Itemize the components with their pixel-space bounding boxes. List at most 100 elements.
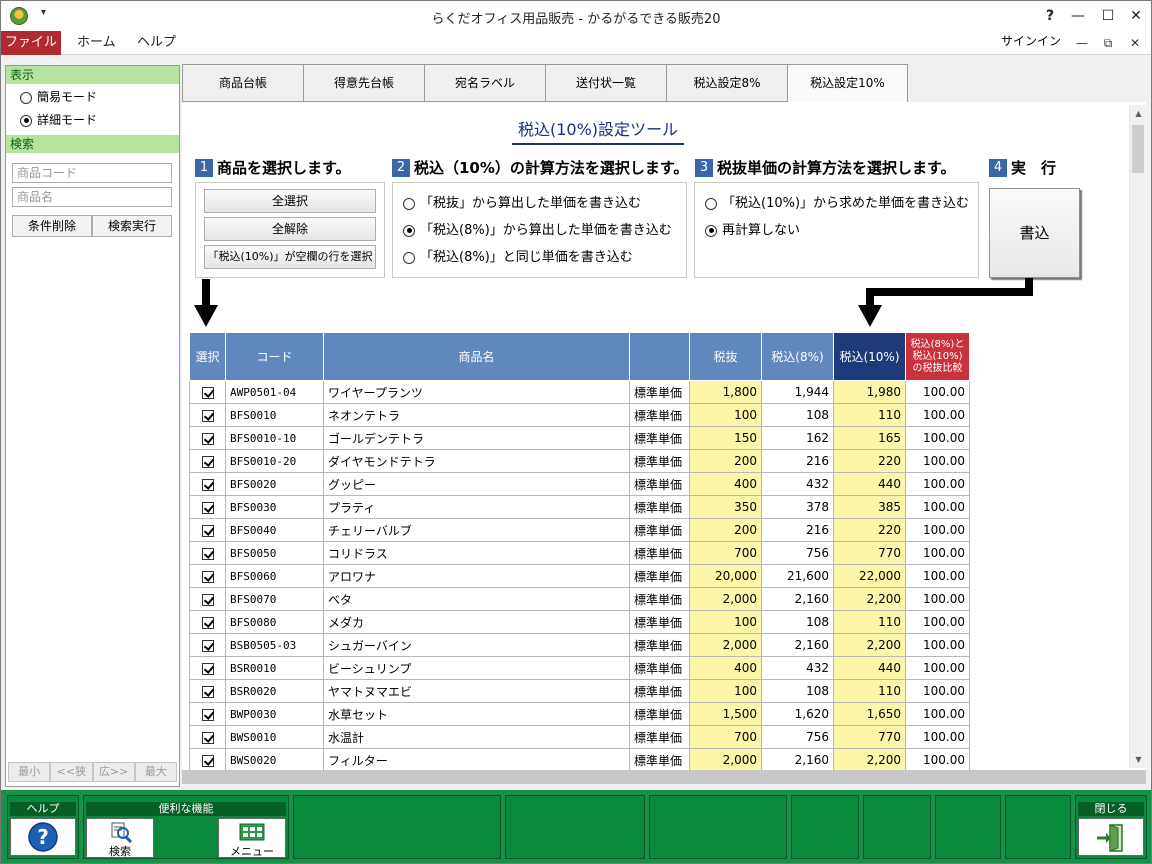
row-code[interactable]: BWS0010 [225, 725, 324, 749]
row-code[interactable]: BFS0050 [225, 541, 324, 565]
row-select-checkbox[interactable] [189, 518, 226, 542]
row-unit-type[interactable]: 標準単価 [629, 380, 690, 404]
row-comparison[interactable]: 100.00 [905, 564, 970, 588]
checkbox-checked-icon[interactable] [201, 593, 214, 606]
row-comparison[interactable]: 100.00 [905, 610, 970, 634]
row-tax8[interactable]: 432 [761, 472, 834, 496]
table-row[interactable]: BSB0505-03 シュガーバイン 標準単価 2,000 2,160 2,200 100.… [189, 633, 970, 657]
checkbox-checked-icon[interactable] [201, 685, 214, 698]
tab-tax-10[interactable]: 税込設定10% [787, 64, 908, 102]
row-tax10[interactable]: 2,200 [833, 587, 906, 611]
close-app-button[interactable] [1078, 818, 1144, 856]
clear-conditions-button[interactable]: 条件削除 [12, 215, 92, 237]
row-code[interactable]: BFS0040 [225, 518, 324, 542]
row-select-checkbox[interactable] [189, 426, 226, 450]
row-select-checkbox[interactable] [189, 587, 226, 611]
checkbox-checked-icon[interactable] [201, 708, 214, 721]
row-tax8[interactable]: 2,160 [761, 587, 834, 611]
header-tax8[interactable]: 税込(8%) [761, 332, 834, 381]
table-row[interactable]: BFS0030 プラティ 標準単価 350 378 385 100.00 [189, 495, 970, 519]
row-name[interactable]: ゴールデンテトラ [323, 426, 630, 450]
table-row[interactable]: BFS0010 ネオンテトラ 標準単価 100 108 110 100.00 [189, 403, 970, 427]
close-button[interactable]: ✕ [1122, 5, 1150, 27]
row-tax-exclusive[interactable]: 200 [689, 449, 762, 473]
row-comparison[interactable]: 100.00 [905, 426, 970, 450]
row-code[interactable]: AWP0501-04 [225, 380, 324, 404]
checkbox-checked-icon[interactable] [201, 524, 214, 537]
table-row[interactable]: BFS0050 コリドラス 標準単価 700 756 770 100.00 [189, 541, 970, 565]
row-name[interactable]: フィルター [323, 748, 630, 770]
row-select-checkbox[interactable] [189, 495, 226, 519]
row-name[interactable]: メダカ [323, 610, 630, 634]
row-tax-exclusive[interactable]: 2,000 [689, 633, 762, 657]
row-name[interactable]: ダイヤモンドテトラ [323, 449, 630, 473]
ribbon-tab-file[interactable]: ファイル [1, 31, 61, 55]
row-unit-type[interactable]: 標準単価 [629, 495, 690, 519]
checkbox-checked-icon[interactable] [201, 547, 214, 560]
radio-selected-icon[interactable] [20, 114, 32, 127]
row-name[interactable]: アロワナ [323, 564, 630, 588]
row-name[interactable]: ヤマトヌマエビ [323, 679, 630, 703]
header-code[interactable]: コード [225, 332, 324, 381]
row-tax-exclusive[interactable]: 150 [689, 426, 762, 450]
row-select-checkbox[interactable] [189, 564, 226, 588]
checkbox-checked-icon[interactable] [201, 616, 214, 629]
row-tax-exclusive[interactable]: 20,000 [689, 564, 762, 588]
table-row[interactable]: AWP0501-04 ワイヤープランツ 標準単価 1,800 1,944 1,980 100… [189, 380, 970, 404]
row-select-checkbox[interactable] [189, 472, 226, 496]
ribbon-restore-button[interactable]: ⧉ [1097, 32, 1119, 54]
row-tax8[interactable]: 21,600 [761, 564, 834, 588]
checkbox-checked-icon[interactable] [201, 662, 214, 675]
row-tax10[interactable]: 385 [833, 495, 906, 519]
tab-cover-letter-list[interactable]: 送付状一覧 [545, 64, 666, 102]
row-tax8[interactable]: 216 [761, 518, 834, 542]
tab-product-ledger[interactable]: 商品台帳 [182, 64, 303, 102]
checkbox-checked-icon[interactable] [201, 386, 214, 399]
row-unit-type[interactable]: 標準単価 [629, 748, 690, 770]
row-code[interactable]: BSB0505-03 [225, 633, 324, 657]
ribbon-close-button[interactable]: ✕ [1124, 32, 1146, 54]
row-code[interactable]: BSR0010 [225, 656, 324, 680]
row-tax-exclusive[interactable]: 400 [689, 656, 762, 680]
row-unit-type[interactable]: 標準単価 [629, 587, 690, 611]
row-code[interactable]: BFS0010 [225, 403, 324, 427]
row-tax10[interactable]: 1,980 [833, 380, 906, 404]
row-tax10[interactable]: 770 [833, 725, 906, 749]
row-code[interactable]: BFS0060 [225, 564, 324, 588]
row-unit-type[interactable]: 標準単価 [629, 702, 690, 726]
row-tax8[interactable]: 1,620 [761, 702, 834, 726]
row-tax10[interactable]: 2,200 [833, 748, 906, 770]
row-name[interactable]: シュガーバイン [323, 633, 630, 657]
pager-narrow-button[interactable]: <<狭 [50, 762, 93, 782]
row-name[interactable]: ベタ [323, 587, 630, 611]
horizontal-scrollbar[interactable] [182, 770, 1146, 784]
maximize-button[interactable]: ☐ [1094, 5, 1122, 27]
row-tax10[interactable]: 110 [833, 610, 906, 634]
row-tax10[interactable]: 165 [833, 426, 906, 450]
header-tax-exclusive[interactable]: 税抜 [689, 332, 762, 381]
row-unit-type[interactable]: 標準単価 [629, 564, 690, 588]
row-tax8[interactable]: 108 [761, 679, 834, 703]
header-select[interactable]: 選択 [189, 332, 226, 381]
pager-max-button[interactable]: 最大 [134, 762, 177, 782]
row-tax8[interactable]: 108 [761, 610, 834, 634]
row-select-checkbox[interactable] [189, 748, 226, 770]
checkbox-checked-icon[interactable] [201, 570, 214, 583]
checkbox-checked-icon[interactable] [201, 501, 214, 514]
table-row[interactable]: BSR0020 ヤマトヌマエビ 標準単価 100 108 110 100.00 [189, 679, 970, 703]
row-unit-type[interactable]: 標準単価 [629, 610, 690, 634]
row-select-checkbox[interactable] [189, 449, 226, 473]
row-tax10[interactable]: 440 [833, 472, 906, 496]
minimize-button[interactable]: — [1064, 5, 1092, 27]
row-tax-exclusive[interactable]: 100 [689, 403, 762, 427]
table-row[interactable]: BFS0010-20 ダイヤモンドテトラ 標準単価 200 216 220 100.00 [189, 449, 970, 473]
row-select-checkbox[interactable] [189, 656, 226, 680]
row-unit-type[interactable]: 標準単価 [629, 472, 690, 496]
row-comparison[interactable]: 100.00 [905, 518, 970, 542]
row-code[interactable]: BFS0080 [225, 610, 324, 634]
row-tax-exclusive[interactable]: 2,000 [689, 748, 762, 770]
row-unit-type[interactable]: 標準単価 [629, 541, 690, 565]
row-select-checkbox[interactable] [189, 541, 226, 565]
row-unit-type[interactable]: 標準単価 [629, 426, 690, 450]
row-tax8[interactable]: 756 [761, 541, 834, 565]
